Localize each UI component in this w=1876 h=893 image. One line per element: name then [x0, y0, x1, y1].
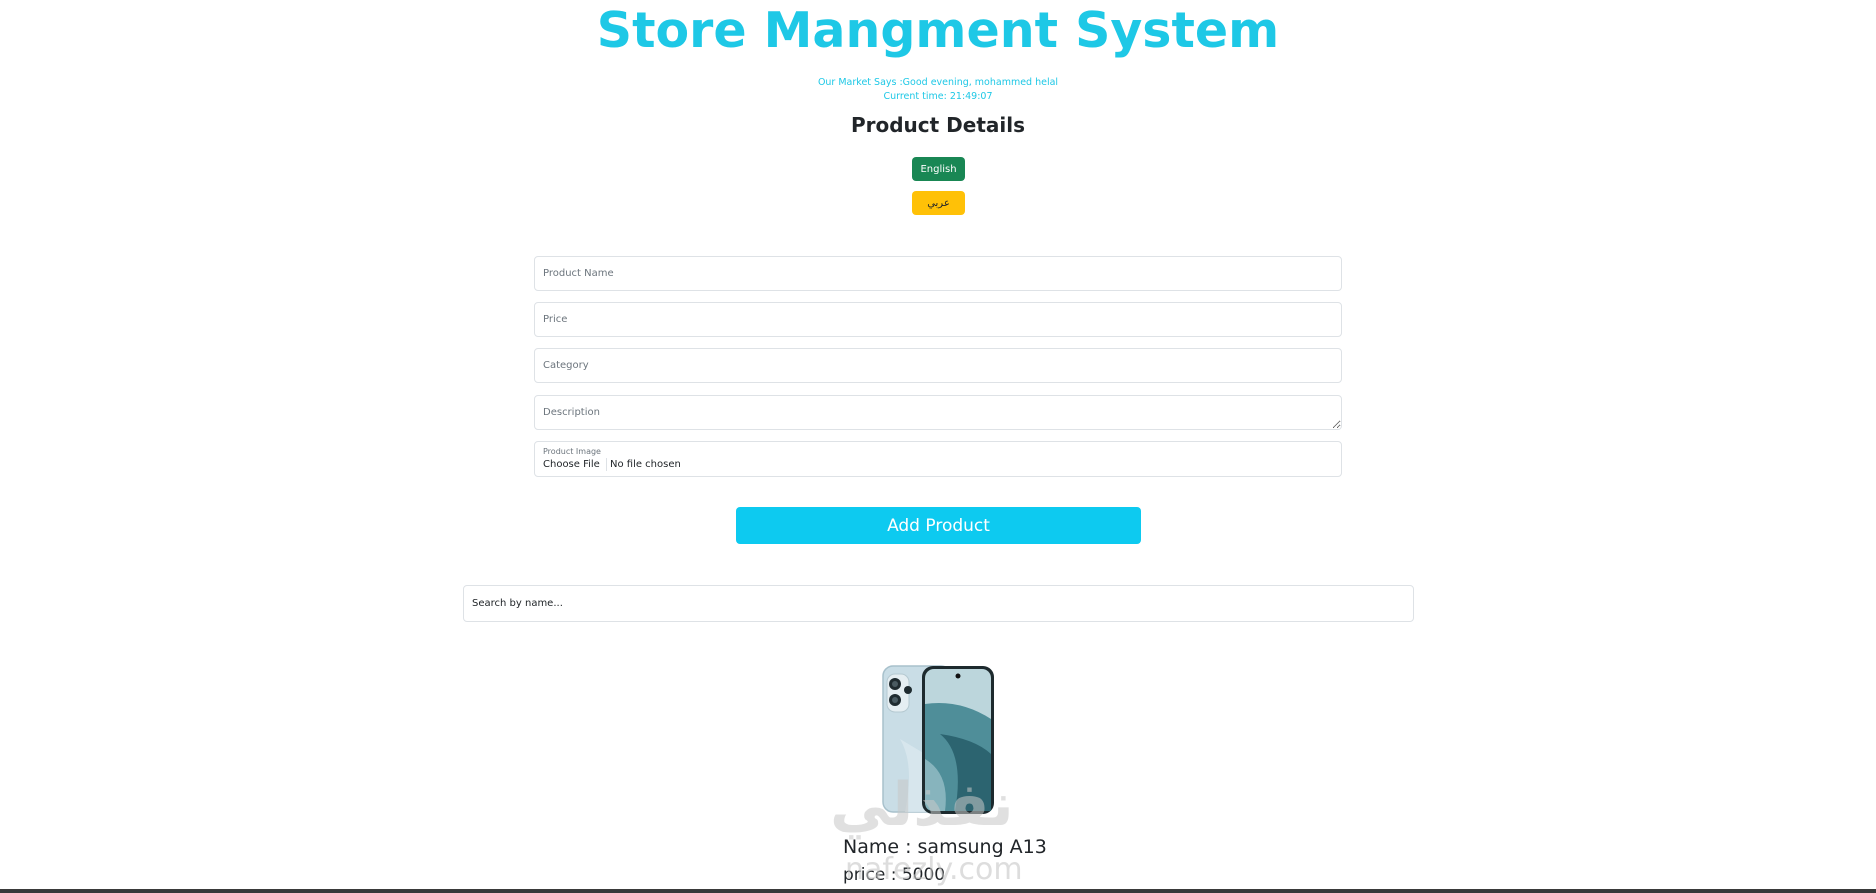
- file-status-text: No file chosen: [610, 459, 681, 470]
- watermark-latin: nafezly.com: [845, 852, 1023, 887]
- price-input[interactable]: [534, 302, 1342, 337]
- section-title: Product Details: [850, 113, 1026, 137]
- greeting-text: Our Market Says :Good evening, mohammed …: [817, 77, 1059, 88]
- app-title: Store Mangment System: [596, 2, 1280, 59]
- category-input[interactable]: [534, 348, 1342, 383]
- description-textarea[interactable]: [534, 395, 1342, 430]
- search-input[interactable]: [463, 585, 1414, 622]
- english-language-button[interactable]: English: [912, 157, 965, 181]
- greeting-block: Our Market Says :Good evening, mohammed …: [0, 76, 1876, 104]
- watermark-arabic: نفذلي: [830, 770, 1014, 840]
- add-product-button[interactable]: Add Product: [736, 507, 1141, 544]
- current-time: Current time: 21:49:07: [883, 91, 993, 102]
- product-name-input[interactable]: [534, 256, 1342, 291]
- bottom-edge-bar: [0, 889, 1876, 893]
- product-image-label: Product Image: [543, 447, 601, 456]
- arabic-language-button[interactable]: عربي: [912, 191, 965, 215]
- product-image-field[interactable]: Product Image Choose File No file chosen: [534, 441, 1342, 477]
- choose-file-button[interactable]: Choose File: [543, 458, 607, 471]
